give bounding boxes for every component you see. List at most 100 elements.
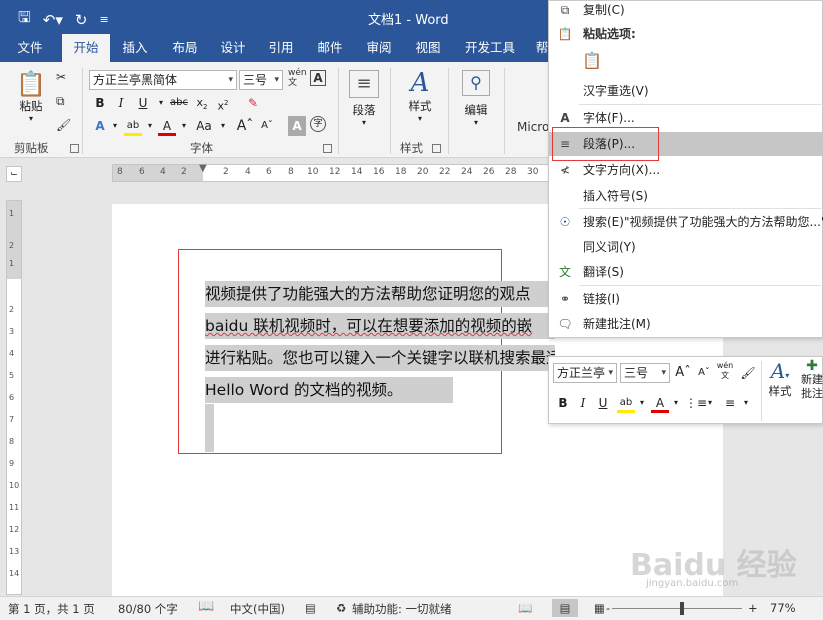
grow-font-icon[interactable]: Aˆ [674, 363, 692, 383]
character-border-icon[interactable]: A [310, 70, 326, 86]
phonetic-guide-icon[interactable]: wén文 [288, 68, 308, 88]
menu-item-copy[interactable]: ⧉ 复制(C) [549, 0, 822, 22]
format-painter-icon[interactable]: 🖌 [739, 363, 757, 383]
save-icon[interactable]: 🖫 [18, 7, 31, 32]
chevron-down-icon[interactable]: ▾ [214, 116, 232, 136]
underline-button[interactable]: U [134, 93, 152, 113]
styles-button[interactable]: A 样式 ▾ [400, 68, 440, 123]
menu-item-search[interactable]: ☉ 搜索(E)"视频提供了功能强大的方法帮助您..." [549, 210, 823, 234]
mini-font-size-select[interactable]: 三号 ▾ [620, 363, 670, 383]
zoom-slider-track[interactable] [612, 608, 742, 609]
chevron-down-icon: ▾ [274, 75, 279, 85]
zoom-in-button[interactable]: + [748, 601, 758, 615]
ruler-number: 6 [266, 167, 272, 177]
copy-icon[interactable]: ⧉ [56, 94, 65, 109]
phonetic-guide-icon[interactable]: wén文 [715, 361, 735, 381]
format-painter-icon[interactable]: 🖌 [56, 118, 71, 132]
menu-item-new-comment[interactable]: 🗨 新建批注(M) [549, 312, 822, 336]
zoom-out-button[interactable]: - [606, 601, 610, 615]
redo-icon[interactable]: ↻ [75, 11, 88, 29]
chevron-down-icon[interactable]: ▾ [106, 116, 124, 136]
character-shading-icon[interactable]: A [288, 116, 306, 136]
change-case-icon[interactable]: Aa [192, 116, 216, 136]
horizontal-ruler[interactable]: 8 6 4 2 ▼ 2 4 6 8 10 12 14 16 18 20 22 2… [112, 163, 552, 182]
bold-button[interactable]: B [554, 393, 572, 413]
proofing-icon[interactable]: 📖 [198, 599, 214, 614]
cut-icon[interactable]: ✂ [56, 70, 66, 84]
ruler-number: 14 [351, 167, 363, 177]
language-indicator[interactable]: 中文(中国) [230, 601, 285, 617]
macro-record-icon[interactable]: ▤ [305, 601, 316, 615]
read-mode-icon[interactable]: 📖 [518, 601, 532, 615]
menu-item-reconvert[interactable]: 汉字重选(V) [549, 79, 822, 103]
editing-button[interactable]: ⚲ 编辑 ▾ [458, 70, 494, 127]
styles-launcher-icon[interactable] [432, 144, 441, 153]
grow-font-icon[interactable]: Aˆ [236, 116, 254, 136]
chevron-down-icon[interactable]: ▾ [141, 116, 159, 136]
clipboard-launcher-icon[interactable] [70, 144, 79, 153]
document-line[interactable]: baidu 联机视频时，可以在想要添加的视频的嵌 [205, 313, 555, 339]
mini-font-name-select[interactable]: 方正兰亭 ▾ [553, 363, 617, 383]
tab-review[interactable]: 审阅 [356, 34, 402, 62]
chevron-down-icon[interactable]: ▾ [737, 393, 755, 413]
zoom-slider-thumb[interactable] [680, 602, 684, 615]
chevron-down-icon[interactable]: ▾ [667, 393, 685, 413]
paste-keep-text-icon[interactable]: 📋 [581, 49, 603, 73]
document-line[interactable]: 进行粘贴。您也可以键入一个关键字以联机搜索最适合 [205, 345, 555, 371]
accessibility-icon[interactable]: ♻ [336, 601, 346, 615]
indent-marker-icon[interactable]: ▼ [199, 163, 207, 174]
mini-new-comment-button[interactable]: ✚ 新建 批注 [799, 359, 823, 401]
tab-view[interactable]: 视图 [405, 34, 451, 62]
clear-formatting-icon[interactable]: ✎ [244, 93, 262, 113]
font-size-select[interactable]: 三号 ▾ [239, 70, 283, 90]
tab-mailings[interactable]: 邮件 [307, 34, 353, 62]
page-count[interactable]: 第 1 页，共 1 页 [8, 601, 95, 617]
shrink-font-icon[interactable]: Aˇ [695, 363, 713, 383]
menu-item-link[interactable]: ⚭ 链接(I) [549, 287, 822, 311]
ruler-number: 2 [223, 167, 229, 177]
vertical-ruler[interactable]: 1 2 1 2 3 4 5 6 7 8 9 10 11 12 13 14 [6, 200, 22, 595]
document-line[interactable]: 视频提供了功能强大的方法帮助您证明您的观点 [205, 281, 555, 307]
menu-item-translate[interactable]: 文 翻译(S) [549, 260, 822, 284]
paragraph-button[interactable]: ≡ 段落 ▾ [346, 70, 382, 127]
chevron-down-icon[interactable]: ▾ [633, 393, 651, 413]
underline-button[interactable]: U [594, 393, 612, 413]
tab-insert[interactable]: 插入 [112, 34, 158, 62]
tab-file[interactable]: 文件 [6, 34, 54, 62]
tab-design[interactable]: 设计 [210, 34, 256, 62]
accessibility-status[interactable]: 辅助功能: 一切就绪 [352, 601, 452, 617]
bold-button[interactable]: B [91, 93, 109, 113]
italic-button[interactable]: I [112, 93, 130, 113]
chevron-down-icon[interactable]: ▾ [175, 116, 193, 136]
font-launcher-icon[interactable] [323, 144, 332, 153]
web-layout-icon[interactable]: ▦ [594, 601, 605, 615]
chevron-down-icon[interactable]: ▾ [701, 393, 719, 413]
customize-qat-icon[interactable]: ≡ [99, 13, 108, 26]
undo-icon[interactable]: ↶▾ [43, 11, 63, 29]
superscript-button[interactable]: x2 [214, 93, 232, 113]
tab-references[interactable]: 引用 [258, 34, 304, 62]
menu-item-insert-symbol[interactable]: 插入符号(S) [549, 184, 822, 208]
mini-styles-button[interactable]: A▾ 样式 [763, 359, 797, 399]
subscript-button[interactable]: x2 [193, 93, 211, 113]
zoom-level[interactable]: 77% [770, 601, 796, 615]
shrink-font-icon[interactable]: Aˇ [258, 116, 276, 136]
paste-button[interactable]: 📋 粘贴 ▾ [12, 70, 50, 123]
strikethrough-button[interactable]: abc [168, 93, 190, 113]
font-name-select[interactable]: 方正兰亭黑简体 ▾ [89, 70, 237, 90]
menu-item-synonyms[interactable]: 同义词(Y) [549, 235, 822, 259]
tab-developer[interactable]: 开发工具 [458, 34, 522, 62]
word-count[interactable]: 80/80 个字 [118, 601, 178, 617]
italic-button[interactable]: I [574, 393, 592, 413]
tab-selector-icon[interactable]: ⌙ [6, 166, 22, 182]
selection-paragraph-mark [205, 404, 214, 452]
font-color-icon[interactable]: A [158, 116, 176, 136]
enclose-characters-icon[interactable]: 字 [310, 116, 326, 132]
tab-layout[interactable]: 布局 [162, 34, 208, 62]
tab-home[interactable]: 开始 [62, 34, 110, 62]
print-layout-icon[interactable]: ▤ [552, 599, 578, 617]
document-line[interactable]: Hello Word 的文档的视频。 [205, 377, 453, 403]
highlight-icon[interactable]: ab [124, 116, 142, 136]
menu-item-text-direction[interactable]: ≮ 文字方向(X)... [549, 158, 822, 182]
styles-group-label: 样式 [400, 141, 423, 155]
